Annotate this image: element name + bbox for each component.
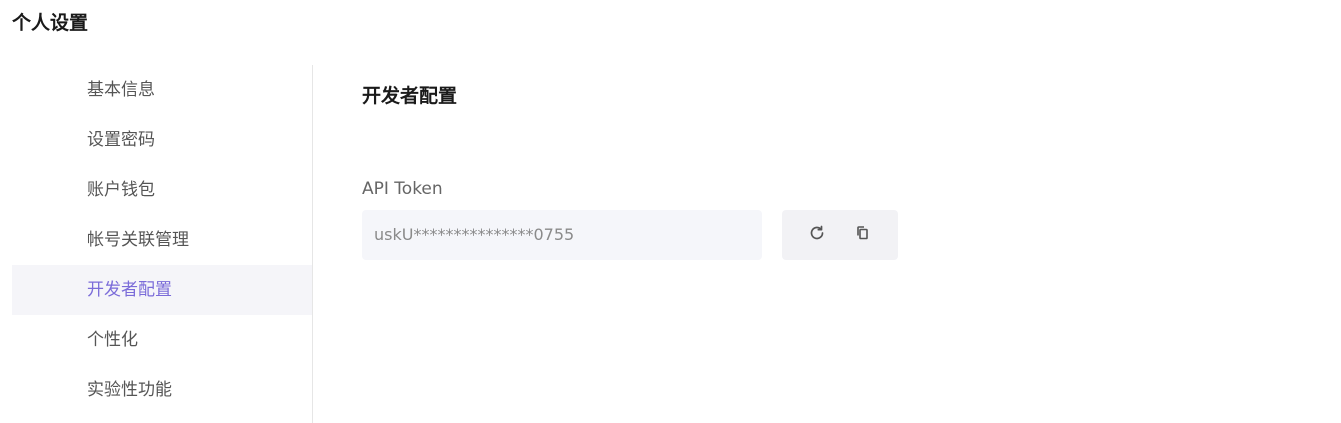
api-token-label: API Token — [362, 179, 443, 199]
copy-icon — [853, 223, 873, 247]
section-title: 开发者配置 — [362, 85, 458, 107]
sidebar-item-basic-info[interactable]: 基本信息 — [12, 65, 312, 115]
refresh-icon — [807, 223, 827, 247]
refresh-token-button[interactable] — [801, 219, 833, 251]
sidebar-item-account-linking[interactable]: 帐号关联管理 — [12, 215, 312, 265]
copy-token-button[interactable] — [847, 219, 879, 251]
sidebar-item-experimental[interactable]: 实验性功能 — [12, 365, 312, 415]
token-actions — [782, 210, 898, 260]
sidebar-item-account-wallet[interactable]: 账户钱包 — [12, 165, 312, 215]
page-title: 个人设置 — [12, 12, 89, 34]
sidebar-item-developer-config[interactable]: 开发者配置 — [12, 265, 312, 315]
sidebar-item-personalization[interactable]: 个性化 — [12, 315, 312, 365]
api-token-field[interactable] — [362, 210, 762, 260]
sidebar-item-set-password[interactable]: 设置密码 — [12, 115, 312, 165]
sidebar-divider — [312, 65, 313, 423]
settings-sidebar: 基本信息 设置密码 账户钱包 帐号关联管理 开发者配置 个性化 实验性功能 — [12, 65, 312, 423]
